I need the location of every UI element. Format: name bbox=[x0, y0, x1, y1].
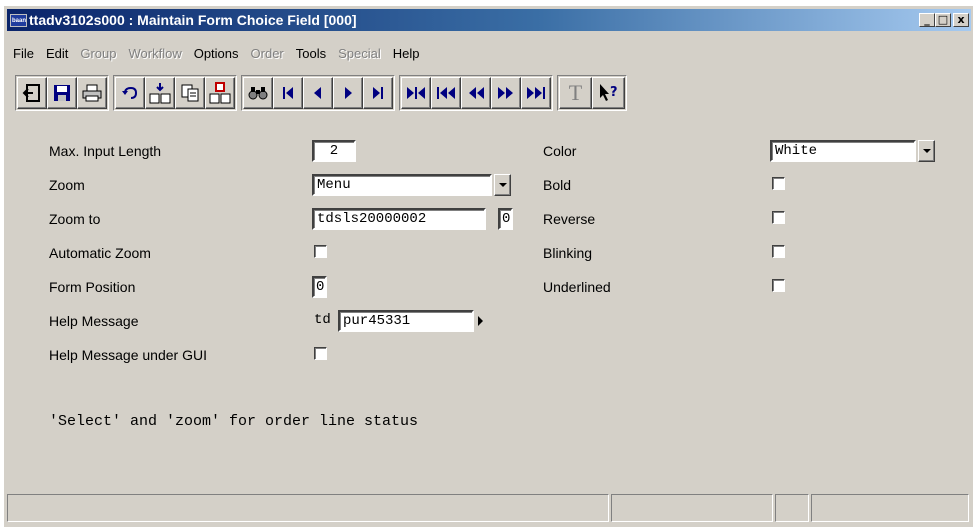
toolbar-group-help: T ? bbox=[557, 75, 627, 111]
delete-record-icon[interactable] bbox=[205, 77, 235, 109]
status-panel-3 bbox=[774, 494, 809, 522]
toolbar-group-navigation bbox=[241, 75, 395, 111]
reverse-label: Reverse bbox=[543, 211, 596, 227]
menu-group: Group bbox=[80, 45, 117, 61]
close-button[interactable]: x bbox=[953, 13, 969, 27]
help-message-field[interactable]: pur45331 bbox=[338, 310, 474, 332]
menu-edit[interactable]: Edit bbox=[40, 46, 74, 61]
menu-order: Order bbox=[250, 45, 284, 61]
status-panel-main bbox=[7, 494, 610, 522]
first-record-icon[interactable] bbox=[273, 77, 303, 109]
title-bar[interactable]: baan ttadv3102s000 : Maintain Form Choic… bbox=[7, 9, 971, 31]
bold-label: Bold bbox=[543, 177, 572, 193]
help-message-label: Help Message bbox=[49, 313, 139, 329]
first-set-icon[interactable] bbox=[401, 77, 431, 109]
maximize-button[interactable]: □ bbox=[935, 13, 951, 27]
text-icon[interactable]: T bbox=[559, 77, 592, 109]
toolbar: T ? bbox=[15, 73, 967, 113]
help-message-prefix: td bbox=[314, 312, 331, 328]
help-message-gui-checkbox[interactable] bbox=[314, 347, 327, 360]
menu-workflow: Workflow bbox=[128, 45, 182, 61]
status-bar bbox=[7, 494, 971, 526]
window-title: ttadv3102s000 : Maintain Form Choice Fie… bbox=[29, 12, 357, 28]
max-input-length-label: Max. Input Length bbox=[49, 143, 162, 159]
previous-set-icon[interactable] bbox=[431, 77, 461, 109]
reverse-checkbox[interactable] bbox=[772, 211, 785, 224]
color-select[interactable]: White bbox=[770, 140, 916, 162]
app-logo-icon[interactable]: baan bbox=[10, 13, 27, 27]
next-record-icon[interactable] bbox=[333, 77, 363, 109]
bold-checkbox[interactable] bbox=[772, 177, 785, 190]
zoom-to-field[interactable]: tdsls20000002 bbox=[312, 208, 486, 230]
help-message-gui-label: Help Message under GUI bbox=[49, 347, 207, 363]
menu-help[interactable]: Help bbox=[387, 46, 426, 61]
order-line-status-note: 'Select' and 'zoom' for order line statu… bbox=[49, 413, 419, 430]
fast-back-icon[interactable] bbox=[461, 77, 491, 109]
status-panel-4 bbox=[810, 494, 969, 522]
automatic-zoom-label: Automatic Zoom bbox=[49, 245, 151, 261]
previous-record-icon[interactable] bbox=[303, 77, 333, 109]
find-icon[interactable] bbox=[243, 77, 273, 109]
zoom-to-extra-field[interactable]: 0 bbox=[498, 208, 513, 230]
save-icon[interactable] bbox=[47, 77, 77, 109]
color-label: Color bbox=[543, 143, 577, 159]
zoom-dropdown-button[interactable] bbox=[494, 174, 511, 196]
svg-text:?: ? bbox=[610, 85, 618, 100]
exit-icon[interactable] bbox=[17, 77, 47, 109]
blinking-label: Blinking bbox=[543, 245, 593, 261]
undo-icon[interactable] bbox=[115, 77, 145, 109]
context-help-icon[interactable]: ? bbox=[592, 77, 625, 109]
menu-tools[interactable]: Tools bbox=[290, 46, 332, 61]
underlined-checkbox[interactable] bbox=[772, 279, 785, 292]
status-panel-2 bbox=[611, 494, 773, 522]
zoom-label: Zoom bbox=[49, 177, 85, 193]
form-position-label: Form Position bbox=[49, 279, 136, 295]
underlined-label: Underlined bbox=[543, 279, 611, 295]
menu-options[interactable]: Options bbox=[188, 46, 245, 61]
zoom-arrow-icon[interactable] bbox=[478, 316, 483, 326]
menu-bar: File Edit Group Workflow Options Order T… bbox=[7, 43, 971, 63]
automatic-zoom-checkbox[interactable] bbox=[314, 245, 327, 258]
insert-record-icon[interactable] bbox=[145, 77, 175, 109]
form-position-field[interactable]: 0 bbox=[312, 276, 327, 298]
toolbar-group-file bbox=[15, 75, 109, 111]
zoom-to-label: Zoom to bbox=[49, 211, 101, 227]
zoom-select[interactable]: Menu bbox=[312, 174, 492, 196]
duplicate-icon[interactable] bbox=[175, 77, 205, 109]
minimize-button[interactable]: _ bbox=[919, 13, 935, 27]
last-set-icon[interactable] bbox=[521, 77, 551, 109]
toolbar-group-sets bbox=[399, 75, 553, 111]
toolbar-group-edit bbox=[113, 75, 237, 111]
print-icon[interactable] bbox=[77, 77, 107, 109]
menu-special: Special bbox=[338, 45, 381, 61]
color-dropdown-button[interactable] bbox=[918, 140, 935, 162]
app-window: baan ttadv3102s000 : Maintain Form Choic… bbox=[4, 6, 973, 527]
max-input-length-field[interactable]: 2 bbox=[312, 140, 356, 162]
last-record-icon[interactable] bbox=[363, 77, 393, 109]
menu-file[interactable]: File bbox=[7, 46, 40, 61]
fast-forward-icon[interactable] bbox=[491, 77, 521, 109]
blinking-checkbox[interactable] bbox=[772, 245, 785, 258]
